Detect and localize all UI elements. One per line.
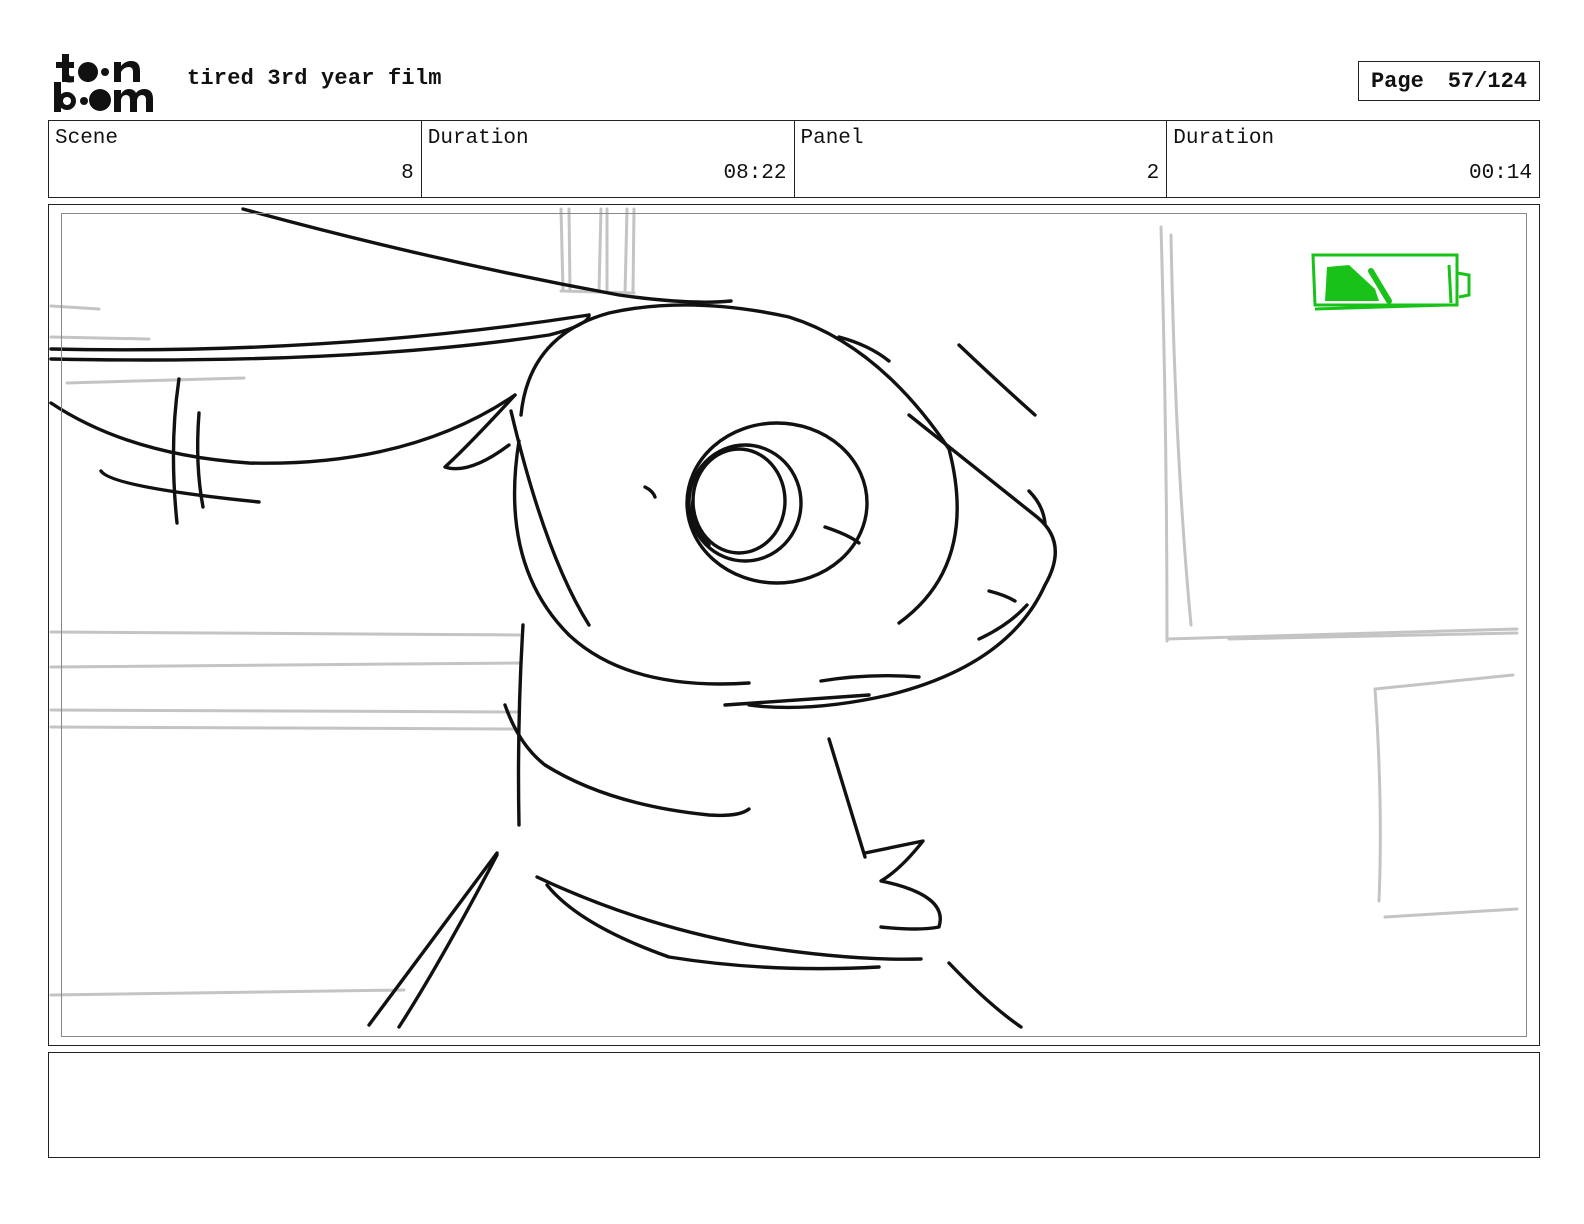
rabbit-sketch — [49, 207, 1057, 1029]
background-sketch — [49, 207, 1519, 997]
page-number: 57/124 — [1447, 68, 1528, 94]
toon-boom-logo-mark — [54, 54, 153, 112]
project-title: tired 3rd year film — [187, 66, 442, 91]
panel-sketch — [49, 207, 1519, 1029]
scene-label: Scene — [55, 127, 119, 150]
scene-duration-label: Duration — [427, 127, 529, 150]
panel-value: 2 — [1146, 162, 1160, 185]
panel-duration-value: 00:14 — [1468, 162, 1532, 185]
page-label: Page — [1370, 68, 1424, 94]
panel-notes-box[interactable] — [48, 1052, 1540, 1158]
panel-label: Panel — [800, 127, 864, 150]
panel-duration-label: Duration — [1173, 127, 1275, 150]
scene-info-row: Scene 8 Duration 08:22 Panel 2 Duration … — [48, 120, 1540, 198]
scene-cell: Scene 8 — [49, 121, 422, 197]
scene-value: 8 — [401, 162, 414, 185]
panel-cell: Panel 2 — [795, 121, 1168, 197]
scene-duration-value: 08:22 — [723, 162, 787, 185]
scene-duration-cell: Duration 08:22 — [422, 121, 795, 197]
page-indicator: Page 57/124 — [1358, 61, 1540, 101]
toon-boom-logo — [52, 50, 164, 114]
battery-icon — [1311, 253, 1471, 311]
storyboard-panel — [48, 204, 1540, 1046]
panel-duration-cell: Duration 00:14 — [1167, 121, 1539, 197]
